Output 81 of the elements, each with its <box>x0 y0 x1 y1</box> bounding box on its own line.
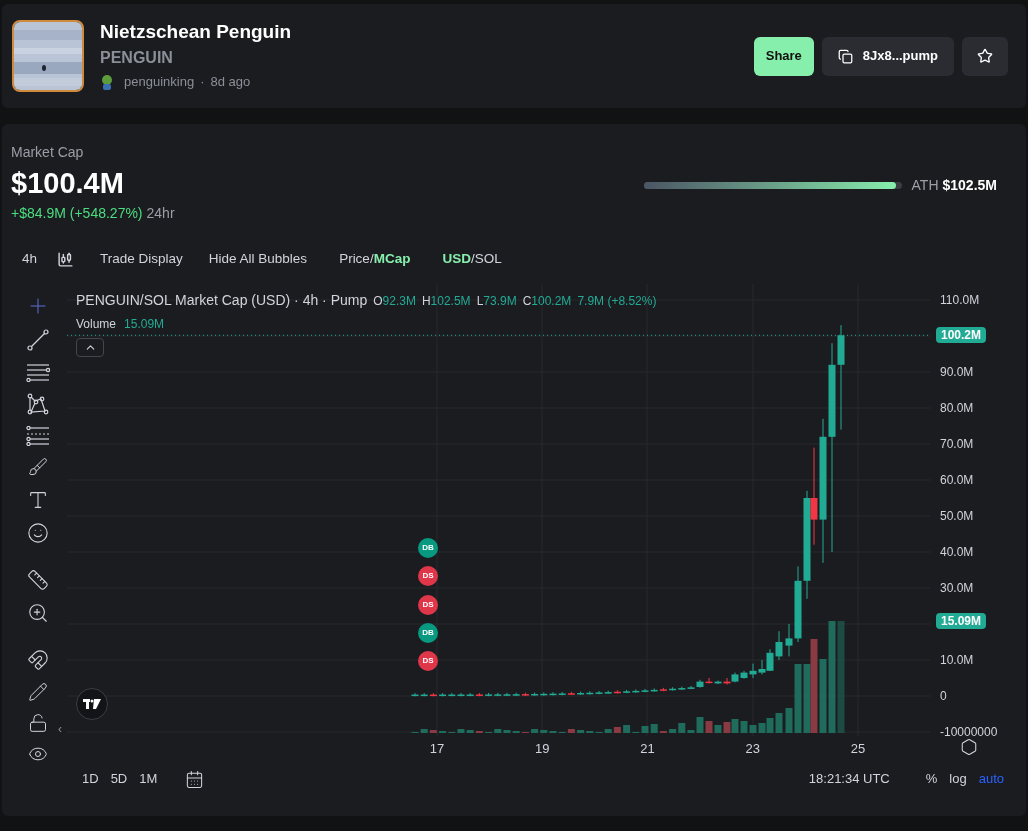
star-icon <box>977 48 993 64</box>
y-axis-label: 110.0M <box>940 293 980 307</box>
ath-value: $102.5M <box>942 176 997 195</box>
avatar-icon <box>100 74 114 90</box>
range-button[interactable]: 1D <box>82 769 99 789</box>
token-ticker: PENGUIN <box>100 48 174 69</box>
ath-label: ATH <box>911 176 939 195</box>
y-axis-label: 10.0M <box>940 653 974 667</box>
interval-button[interactable]: 4h <box>22 248 38 270</box>
creator-link[interactable]: penguinking <box>124 72 195 92</box>
ohlc-value: C100.2M <box>522 293 572 310</box>
toggle-button[interactable]: USD/SOL <box>442 248 502 270</box>
change-period: 24hr <box>146 204 175 223</box>
fibonacci-icon[interactable] <box>26 426 50 447</box>
pencil-icon[interactable] <box>26 681 50 702</box>
token-age: 8d ago <box>210 73 251 92</box>
favorite-button[interactable] <box>962 36 1008 76</box>
toggle-option[interactable]: Price <box>339 248 370 270</box>
ohlc-value: H102.5M <box>421 293 471 310</box>
magnet-icon[interactable] <box>26 648 50 671</box>
zoom-in-icon[interactable] <box>26 601 50 624</box>
toolbar-button[interactable]: Trade Display <box>100 248 183 270</box>
clock-time: 18:21:34 UTC <box>808 770 890 789</box>
settings-icon[interactable] <box>960 738 978 756</box>
brush-icon[interactable] <box>26 457 50 478</box>
x-axis-label: 17 <box>428 740 446 758</box>
y-axis-label: 60.0M <box>940 473 974 487</box>
price-tag: 100.2M <box>936 327 987 344</box>
toggle-option[interactable]: MCap <box>373 248 411 270</box>
y-axis-label: 90.0M <box>940 365 974 379</box>
ruler-icon[interactable] <box>26 568 50 591</box>
range-button[interactable]: 5D <box>110 769 128 789</box>
trade-bubble[interactable]: DS <box>418 651 438 672</box>
toggle-option[interactable]: SOL <box>474 248 502 270</box>
share-button[interactable]: Share <box>753 36 814 76</box>
tradingview-logo <box>76 688 108 720</box>
trade-bubble[interactable]: DB <box>418 538 438 558</box>
y-axis-label: 40.0M <box>940 545 974 559</box>
range-button[interactable]: 1M <box>139 769 158 789</box>
x-axis-label: 19 <box>534 740 551 758</box>
slash-separator: / <box>470 249 475 268</box>
price-tag: 15.09M <box>936 613 987 629</box>
toggle-option[interactable]: USD <box>442 248 471 270</box>
y-axis-label: 50.0M <box>940 509 974 523</box>
y-axis-label: 0 <box>940 689 947 703</box>
copy-icon <box>837 48 853 64</box>
calendar-icon[interactable] <box>185 769 205 789</box>
y-axis-label: 30.0M <box>940 581 974 595</box>
trade-bubble[interactable]: DB <box>418 622 438 643</box>
separator-dot: · <box>200 73 205 92</box>
y-axis-label: -10000000 <box>940 725 998 739</box>
pattern-icon[interactable] <box>26 393 50 416</box>
collapse-toolbar-arrow[interactable]: ‹ <box>58 723 62 735</box>
x-axis-label: 21 <box>639 740 656 758</box>
x-axis-label: 23 <box>744 740 761 758</box>
market-cap-value: $100.4M <box>11 166 125 201</box>
chart-legend-title: PENGUIN/SOL Market Cap (USD) · 4h · Pump <box>76 291 368 310</box>
y-axis-label: 70.0M <box>940 437 974 451</box>
token-name: Nietzschean Penguin <box>100 20 292 45</box>
toolbar-button[interactable]: Hide All Bubbles <box>208 248 308 270</box>
slash-separator: / <box>369 249 374 268</box>
parallel-lines-icon[interactable] <box>26 362 50 383</box>
market-cap-change: +$84.9M (+548.27%) <box>11 204 143 223</box>
trade-bubble[interactable]: DS <box>418 566 438 587</box>
volume-value: 15.09M <box>124 316 165 333</box>
trade-bubble[interactable]: DS <box>418 594 438 615</box>
y-axis-label: 80.0M <box>940 401 974 415</box>
toggle-button[interactable]: Price/MCap <box>339 248 411 270</box>
ohlc-change: 7.9M (+8.52%) <box>577 293 657 310</box>
scale-option[interactable]: log <box>949 769 967 789</box>
trend-line-icon[interactable] <box>26 329 50 351</box>
market-cap-label: Market Cap <box>11 143 85 162</box>
candlestick-icon[interactable] <box>57 250 75 268</box>
volume-label: Volume <box>76 316 117 333</box>
smiley-icon[interactable] <box>26 521 50 544</box>
x-axis-label: 25 <box>849 740 867 758</box>
collapse-legend-button[interactable] <box>76 338 104 357</box>
copy-address-button[interactable]: 8Jx8...pump <box>821 36 954 76</box>
ohlc-value: O92.3M <box>373 293 416 310</box>
scale-option[interactable]: % <box>925 769 938 789</box>
ohlc-value: L73.9M <box>476 293 517 310</box>
